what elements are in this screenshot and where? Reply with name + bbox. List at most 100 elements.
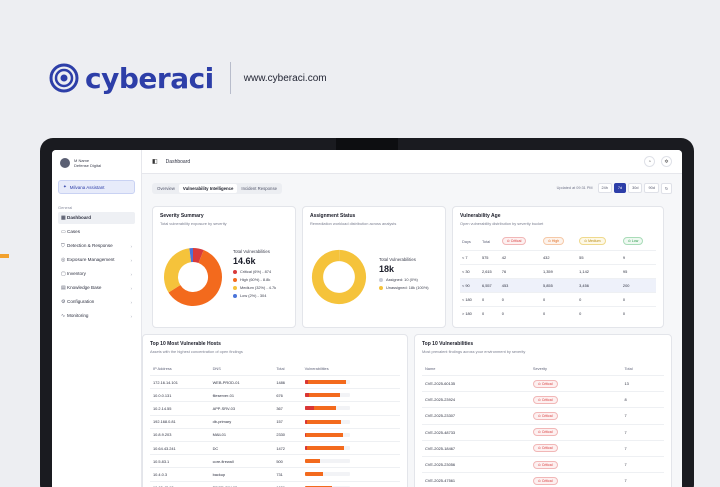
range-7d[interactable]: 7d	[613, 183, 627, 193]
age-cell-medium: 3,456	[577, 278, 621, 293]
sidebar-item-inventory[interactable]: ▢Inventory ›	[58, 268, 135, 280]
vulns-column-header[interactable]: Name	[422, 362, 530, 376]
age-cell-days: < 7	[460, 250, 480, 265]
vuln-severity-cell: ⊙ Critical	[529, 407, 622, 425]
age-cell-medium: 0	[577, 306, 621, 320]
sidebar-item-cases[interactable]: ▭Cases	[58, 226, 135, 238]
table-row[interactable]: 192.168.0.81 db-primary 157	[150, 415, 400, 429]
table-row[interactable]: 10.65.42.13EDGE-GW-021036	[150, 481, 400, 487]
severity-label: Critical	[541, 397, 553, 402]
sidebar-item-label: Monitoring	[67, 313, 89, 318]
table-row[interactable]: < 30 2,615 76 1,359 1,142 95	[460, 264, 656, 279]
assignment-slice-1[interactable]	[311, 249, 367, 304]
sidebar-toggle-icon[interactable]: ◧	[152, 158, 158, 165]
table-row[interactable]: 10.5.83.1 core-firewall 500	[150, 454, 400, 469]
sidebar-item-label: Cases	[67, 229, 81, 234]
host-dns: core-firewall	[209, 454, 274, 469]
table-row[interactable]: 10.4.0.3 backup 731	[150, 467, 400, 482]
table-row[interactable]: 10.2.14.55 APP-SRV-03 367	[150, 401, 400, 416]
vuln-bar-critical	[304, 419, 308, 424]
table-row[interactable]: CVE-2025-23924 ⊙ Critical 8	[422, 391, 664, 409]
sidebar-item-detection-response[interactable]: ⛉ Detection & Response ›	[58, 240, 135, 252]
vulnerability-age-title: Vulnerability Age	[460, 213, 501, 219]
range-90d[interactable]: 90d	[644, 183, 659, 193]
assignment-status-title: Assignment Status	[310, 213, 356, 219]
age-column-header: Days	[462, 238, 471, 244]
table-row[interactable]: > 180 0 0 0 0 0	[460, 306, 656, 320]
table-row[interactable]: 172.16.14.101 WEB-PROD-01 1486	[150, 375, 400, 390]
sidebar-item-label: Configuration	[67, 299, 95, 304]
vuln-bar	[304, 393, 350, 398]
host-total: 367	[273, 401, 302, 416]
table-row[interactable]: CVE-2025-47561 ⊙ Critical 7	[422, 472, 664, 487]
chevron-right-icon: ›	[130, 313, 133, 319]
table-row[interactable]: CVE-2025-18467 ⊙ Critical 7	[422, 440, 664, 457]
vulns-column-header[interactable]: Severity	[529, 362, 622, 376]
hosts-column-header[interactable]: Vulnerabilities	[301, 362, 400, 376]
severity-summary-card: Severity Summary Total vulnerability exp…	[152, 206, 296, 328]
table-row[interactable]: 10.0.0.131 fileserver-01 676	[150, 388, 400, 403]
top-vulns-card: Top 10 Vulnerabilities Most prevalent fi…	[414, 334, 672, 487]
table-row[interactable]: < 7 575 42 432 55 9	[460, 250, 656, 265]
settings-icon[interactable]: ✲	[661, 156, 672, 167]
range-30d[interactable]: 30d	[628, 183, 643, 193]
sidebar-item-label: Knowledge Base	[67, 285, 102, 290]
brand-url[interactable]: www.cyberaci.com	[244, 73, 327, 84]
host-dns: db-primary	[209, 415, 274, 429]
tab-vulnerability-intelligence[interactable]: Vulnerability Intelligence	[178, 183, 238, 193]
sparkle-icon: ✦	[63, 184, 67, 189]
sidebar-item-monitoring[interactable]: ∿ Monitoring ›	[58, 310, 135, 322]
age-cell-total: 575	[479, 250, 500, 265]
sidebar-item-configuration[interactable]: ⚙ Configuration ›	[58, 296, 135, 308]
host-total: 1472	[273, 441, 302, 456]
sidebar-item-knowledge-base[interactable]: ▤Knowledge Base ›	[58, 282, 135, 294]
user-profile[interactable]: M Name Defense Digital	[58, 156, 135, 170]
pill-label: High	[551, 239, 560, 243]
chevron-right-icon: ›	[130, 299, 133, 305]
vuln-bar-fill	[304, 393, 340, 398]
bell-icon[interactable]: ◔	[644, 156, 655, 167]
age-cell-high: 5,855	[541, 278, 578, 293]
age-column-header: Total	[481, 238, 491, 244]
severity-label: Critical	[541, 446, 553, 451]
table-row[interactable]: 10.8.9.203 MAIL01 2330	[150, 428, 400, 442]
assistant-button[interactable]: ✦ Milvana Assistant	[58, 180, 135, 194]
sidebar-item-dashboard[interactable]: ▦Dashboard	[58, 212, 135, 224]
page-title: Dashboard	[165, 158, 191, 165]
tab-incident-response[interactable]: Incident Response	[237, 184, 281, 193]
hosts-column-header[interactable]: DNS	[209, 362, 274, 376]
severity-summary-title: Severity Summary	[160, 213, 204, 219]
severity-slice-2[interactable]	[164, 248, 192, 293]
table-row[interactable]: CVE-2025-60135 ⊙ Critical 13	[422, 375, 664, 393]
hosts-column-header[interactable]: Total	[273, 362, 302, 376]
host-vuln-bar-cell	[301, 428, 400, 442]
table-row[interactable]: CVE-2025-23056 ⊙ Critical 7	[422, 456, 664, 474]
table-row[interactable]: 10.64.43.241 DC 1472	[150, 441, 400, 456]
range-24h[interactable]: 24h	[597, 183, 612, 193]
sidebar-item-label: Dashboard	[67, 215, 91, 220]
assignment-legend-item: Unassigned: 18k (100%)	[379, 285, 429, 290]
host-total: 1036	[273, 481, 302, 487]
vulns-column-header[interactable]: Total	[621, 362, 664, 376]
vuln-bar	[304, 446, 350, 451]
hosts-column-header[interactable]: IP Address	[150, 362, 210, 376]
vuln-severity-cell: ⊙ Critical	[529, 440, 622, 457]
table-row[interactable]: < 180 0 0 0 0 0	[460, 292, 656, 307]
severity-pill: ⊙ Low	[622, 237, 644, 245]
age-cell-critical: 76	[499, 264, 541, 279]
refresh-icon[interactable]: ↻	[660, 182, 672, 194]
severity-slice-0[interactable]	[192, 248, 204, 264]
table-row[interactable]: CVE-2025-23307 ⊙ Critical 7	[422, 407, 664, 425]
vuln-name: CVE-2025-23924	[422, 391, 530, 409]
age-cell-critical: 42	[499, 250, 541, 265]
table-row[interactable]: < 90 6,557 453 5,855 3,456 200	[460, 278, 656, 293]
table-row[interactable]: CVE-2025-48733 ⊙ Critical 7	[422, 424, 664, 441]
sidebar-item-content: ▦Dashboard	[61, 215, 91, 221]
accent-bar	[0, 254, 9, 258]
tab-overview[interactable]: Overview	[153, 184, 179, 193]
vuln-total: 7	[621, 424, 664, 441]
severity-pill: ⊙ Medium	[579, 237, 606, 245]
age-cell-low: 95	[620, 264, 656, 279]
sidebar-item-exposure-management[interactable]: ◎ Exposure Management ›	[58, 254, 135, 266]
top-vulns-subtitle: Most prevalent findings across your envi…	[422, 349, 526, 354]
